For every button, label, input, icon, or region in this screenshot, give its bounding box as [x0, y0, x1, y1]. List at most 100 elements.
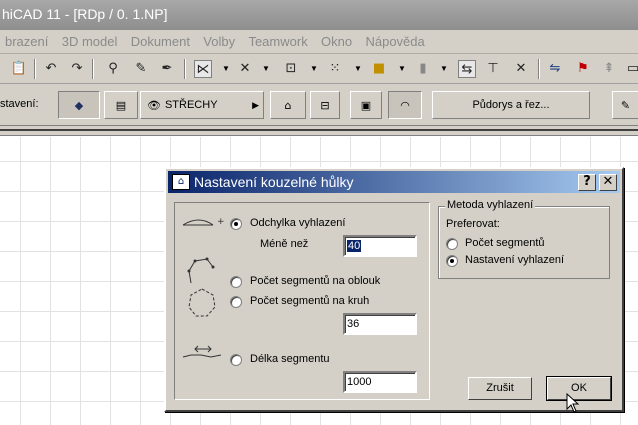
- segment-count-label: Počet segmentů: [465, 237, 545, 249]
- deviation-value-input[interactable]: 40: [343, 235, 417, 257]
- magic-wand-icon[interactable]: ⋉: [194, 60, 212, 78]
- roof-shape-button[interactable]: ⌂: [270, 91, 306, 119]
- window-icon[interactable]: ▭: [624, 60, 638, 78]
- edit-button[interactable]: ✎: [612, 91, 638, 119]
- segment-count-radio[interactable]: [446, 238, 458, 250]
- pin-icon[interactable]: ⇞: [600, 60, 618, 78]
- dialog-titlebar[interactable]: ⌂ Nastavení kouzelné hůlky ? ✕: [168, 171, 620, 193]
- roof-profile-icon: ⌂: [284, 98, 292, 112]
- eye-icon: 👁: [147, 98, 161, 112]
- toolbar-separator: [538, 59, 540, 79]
- color-icon[interactable]: ■: [370, 60, 388, 78]
- menu-item-teamwork[interactable]: Teamwork: [243, 30, 312, 49]
- divider-line: [0, 129, 638, 131]
- undo-icon[interactable]: ↶: [42, 60, 60, 78]
- window-title: hiCAD 11 - [RDp / 0. 1.NP]: [2, 6, 168, 22]
- magic-wand-settings-dialog: ⌂ Nastavení kouzelné hůlky ? ✕ + Odchylk…: [164, 167, 624, 412]
- deviation-radio[interactable]: [230, 218, 242, 230]
- mouse-cursor-icon: [566, 393, 580, 413]
- arc-segments-label: Počet segmentů na oblouk: [250, 275, 381, 287]
- eave-icon: ⊟: [320, 98, 330, 112]
- segment-length-radio[interactable]: [230, 354, 242, 366]
- floor-plan-section-button[interactable]: Půdorys a řez...: [432, 91, 590, 119]
- chevron-down-icon[interactable]: ▼: [440, 64, 448, 73]
- settings-label: stavení:: [0, 98, 39, 110]
- toolbar-separator: [34, 59, 36, 79]
- chevron-down-icon[interactable]: ▼: [398, 64, 406, 73]
- paste-icon[interactable]: 📋: [10, 60, 28, 78]
- menu-item-3d-model[interactable]: 3D model: [57, 30, 123, 49]
- circle-segments-icon: [188, 288, 216, 317]
- flip-icon[interactable]: ⇋: [546, 60, 564, 78]
- layer-name: STŘECHY: [164, 99, 218, 111]
- segment-length-input[interactable]: 1000: [343, 371, 417, 393]
- floor-plan-section-label: Půdorys a řez...: [472, 99, 550, 111]
- menu-item-window[interactable]: Okno: [316, 30, 357, 49]
- dialog-title: Nastavení kouzelné hůlky: [194, 174, 354, 190]
- smoothing-setting-label: Nastavení vyhlazení: [465, 254, 565, 266]
- smoothing-method-group: Metoda vyhlazení Preferovat: Počet segme…: [438, 199, 610, 279]
- roof-settings-button[interactable]: ◆: [58, 91, 100, 119]
- deviation-icon: +: [182, 217, 225, 227]
- menu-item-view[interactable]: brazení: [0, 30, 53, 49]
- segment-length-value: 1000: [347, 376, 372, 388]
- close-icon[interactable]: ✕: [512, 60, 530, 78]
- pencil-icon: ✎: [620, 98, 631, 112]
- menu-item-document[interactable]: Dokument: [126, 30, 195, 49]
- circle-segments-radio[interactable]: [230, 296, 242, 308]
- toolbar-separator: [92, 59, 94, 79]
- close-button[interactable]: ✕: [599, 174, 617, 191]
- circle-segments-value: 36: [347, 318, 360, 330]
- grid-icon[interactable]: ⁙: [326, 60, 344, 78]
- prefer-label: Preferovat:: [446, 218, 500, 230]
- chevron-down-icon[interactable]: ▼: [310, 64, 318, 73]
- chevron-down-icon[interactable]: ▼: [262, 64, 270, 73]
- redo-icon[interactable]: ↷: [68, 60, 86, 78]
- dimension-icon[interactable]: ⊤: [484, 60, 502, 78]
- window-titlebar[interactable]: hiCAD 11 - [RDp / 0. 1.NP]: [0, 0, 638, 30]
- segment-length-label: Délka segmentu: [250, 353, 330, 365]
- standard-toolbar: 📋 ↶ ↷ ⚲ ✎ ✒ ⋉ ▼ ✕ ▼ ⊡ ▼ ⁙ ▼ ■ ▼ ▮ ▼ ⇆ ⊤ …: [0, 54, 638, 84]
- arc-segments-icon: [187, 257, 215, 284]
- toolbar-separator: [184, 59, 186, 79]
- pipette-icon[interactable]: ✎: [132, 60, 150, 78]
- toolbar-divider: [0, 126, 638, 136]
- deviation-label: Odchylka vyhlazení: [250, 217, 346, 229]
- snap-icon[interactable]: ✕: [236, 60, 254, 78]
- chevron-right-icon: ▶: [252, 99, 259, 110]
- arc-icon: ◠: [400, 98, 410, 112]
- help-button[interactable]: ?: [578, 174, 596, 191]
- magic-wand-settings-button[interactable]: ◠: [388, 91, 422, 119]
- hatch-icon: ▤: [115, 98, 127, 112]
- pen-icon[interactable]: ▮: [414, 60, 432, 78]
- layer-selector[interactable]: 👁 STŘECHY ▶: [140, 91, 264, 119]
- zoom-icon[interactable]: ⚲: [104, 60, 122, 78]
- chevron-down-icon[interactable]: ▼: [222, 64, 230, 73]
- roof-icon: ◆: [74, 98, 84, 112]
- smoothing-setting-radio[interactable]: [446, 255, 458, 267]
- segment-length-icon: [182, 345, 222, 358]
- marquee-icon[interactable]: ⇆: [458, 60, 476, 78]
- circle-segments-input[interactable]: 36: [343, 313, 417, 335]
- menu-item-help[interactable]: Nápověda: [360, 30, 429, 49]
- less-than-label: Méně než: [260, 238, 309, 250]
- inject-icon[interactable]: ✒: [158, 60, 176, 78]
- info-box-toolbar: stavení: ◆ ▤ 👁 STŘECHY ▶ ⌂ ⊟ ▣ ◠ Půdorys…: [0, 84, 638, 126]
- material-button[interactable]: ▣: [350, 91, 382, 119]
- svg-text:+: +: [217, 217, 225, 227]
- cancel-button[interactable]: Zrušit: [468, 377, 532, 400]
- chevron-down-icon[interactable]: ▼: [354, 64, 362, 73]
- flag-icon[interactable]: ⚑: [574, 60, 592, 78]
- layer-icon[interactable]: ⊡: [282, 60, 300, 78]
- circle-segments-label: Počet segmentů na kruh: [250, 295, 370, 307]
- smoothing-options-panel: + Odchylka vyhlazení Méně než 40 Počet s…: [174, 202, 430, 400]
- app-icon: ⌂: [172, 174, 190, 190]
- material-icon: ▣: [360, 98, 372, 112]
- deviation-value: 40: [347, 240, 362, 252]
- menu-bar: brazení 3D model Dokument Volby Teamwork…: [0, 30, 638, 54]
- eave-button[interactable]: ⊟: [310, 91, 340, 119]
- menu-item-options[interactable]: Volby: [198, 30, 240, 49]
- arc-segments-radio[interactable]: [230, 276, 242, 288]
- smoothing-method-legend: Metoda vyhlazení: [445, 199, 536, 211]
- pattern-button[interactable]: ▤: [104, 91, 138, 119]
